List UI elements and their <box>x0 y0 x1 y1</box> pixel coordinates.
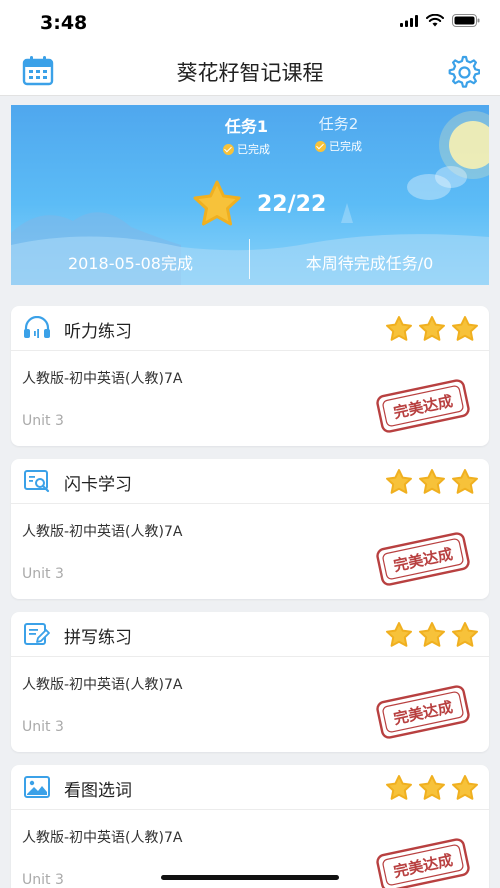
score-value: 22/22 <box>257 191 327 217</box>
battery-icon <box>452 14 480 27</box>
star-rating <box>385 468 479 495</box>
star-icon <box>419 469 445 494</box>
weekly-pending[interactable]: 本周待完成任务/0 <box>250 239 489 285</box>
stamp-text: 完美达成 <box>392 851 454 881</box>
score-row: 22/22 <box>191 179 326 229</box>
card-flashcard[interactable]: 闪卡学习 人教版-初中英语(人教)7A Unit 3 完美达成 <box>11 459 489 599</box>
tab-task-1[interactable]: 任务1 已完成 <box>223 113 270 157</box>
star-rating <box>385 315 479 342</box>
page-title: 葵花籽智记课程 <box>176 61 324 85</box>
star-icon <box>419 622 445 647</box>
check-icon <box>223 143 234 155</box>
card-spelling[interactable]: 拼写练习 人教版-初中英语(人教)7A Unit 3 完美达成 <box>11 612 489 752</box>
wifi-icon <box>426 14 444 27</box>
tab-task-2[interactable]: 任务2 已完成 <box>315 113 362 154</box>
stamp-text: 完美达成 <box>392 392 454 422</box>
card-title: 拼写练习 <box>64 628 132 648</box>
card-listening[interactable]: 听力练习 人教版-初中英语(人教)7A Unit 3 完美达成 <box>11 306 489 446</box>
task-2-label: 任务2 <box>318 115 359 133</box>
check-icon <box>315 140 326 152</box>
star-icon <box>193 180 241 226</box>
card-title: 看图选词 <box>64 781 132 801</box>
home-indicator[interactable] <box>161 875 339 880</box>
book-name: 人教版-初中英语(人教)7A <box>22 677 183 693</box>
card-picture-choice[interactable]: 看图选词 人教版-初中英语(人教)7A Unit 3 完美达成 <box>11 765 489 888</box>
stamp-badge: 完美达成 <box>376 379 470 433</box>
status-icons <box>400 14 480 27</box>
stamp-badge: 完美达成 <box>376 532 470 586</box>
stamp-badge: 完美达成 <box>376 685 470 739</box>
star-icon <box>386 775 412 800</box>
unit-name: Unit 3 <box>22 719 64 735</box>
book-name: 人教版-初中英语(人教)7A <box>22 371 183 387</box>
task-1-status: 已完成 <box>237 143 270 156</box>
unit-name: Unit 3 <box>22 413 64 429</box>
picture-icon <box>24 776 50 798</box>
star-icon <box>452 622 478 647</box>
completed-date: 2018-05-08完成 <box>68 254 193 273</box>
star-icon <box>452 469 478 494</box>
divider <box>249 239 250 279</box>
headphones-icon <box>24 316 50 338</box>
status-bar: 3:48 <box>0 0 500 46</box>
stamp-badge: 完美达成 <box>376 838 470 888</box>
stamp-text: 完美达成 <box>392 698 454 728</box>
flashcard-icon <box>24 470 50 493</box>
star-icon <box>386 316 412 341</box>
star-icon <box>452 316 478 341</box>
star-icon <box>419 316 445 341</box>
star-icon <box>419 775 445 800</box>
card-title: 闪卡学习 <box>64 475 132 495</box>
gear-icon[interactable] <box>446 54 480 88</box>
unit-name: Unit 3 <box>22 872 64 888</box>
star-icon <box>386 469 412 494</box>
book-name: 人教版-初中英语(人教)7A <box>22 524 183 540</box>
unit-name: Unit 3 <box>22 566 64 582</box>
book-name: 人教版-初中英语(人教)7A <box>22 830 183 846</box>
star-icon <box>452 775 478 800</box>
stamp-text: 完美达成 <box>392 545 454 575</box>
signal-icon <box>400 14 418 27</box>
star-icon <box>386 622 412 647</box>
star-rating <box>385 621 479 648</box>
spelling-icon <box>24 623 50 645</box>
task-2-status: 已完成 <box>329 140 362 153</box>
star-rating <box>385 774 479 801</box>
status-time: 3:48 <box>40 12 88 34</box>
card-title: 听力练习 <box>64 322 132 342</box>
task-1-label: 任务1 <box>224 117 269 136</box>
nav-bar: 葵花籽智记课程 <box>0 46 500 96</box>
summary-banner: 任务1 已完成 任务2 已完成 22/22 2018-05-08完成 本周待完成… <box>11 105 489 285</box>
